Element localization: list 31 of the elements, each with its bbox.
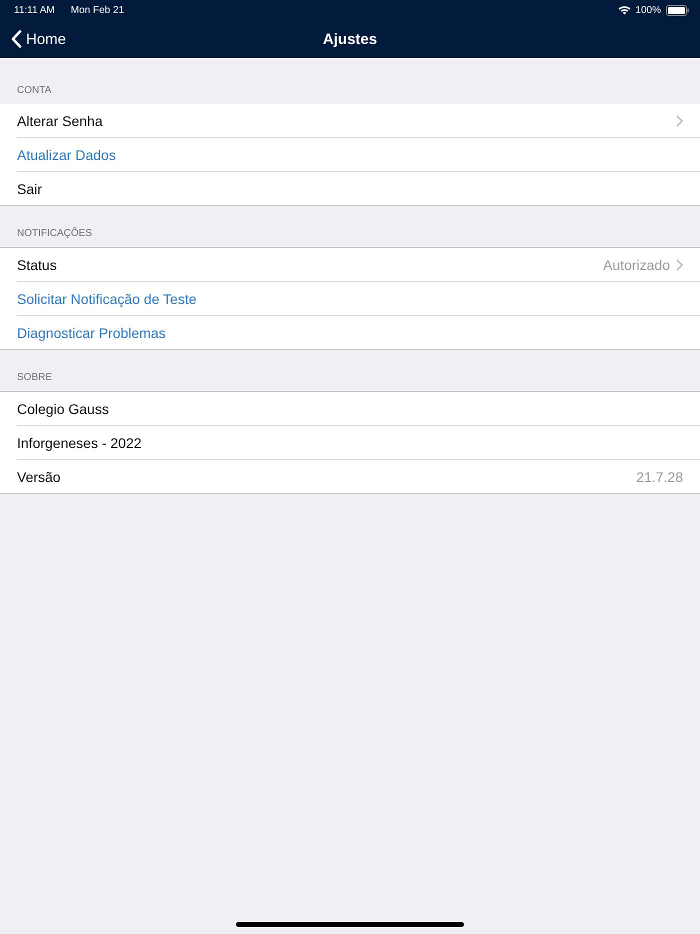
wifi-icon <box>618 5 632 15</box>
back-button[interactable]: Home <box>1 30 76 48</box>
battery-percent: 100% <box>635 4 661 16</box>
row-label: Sair <box>17 180 42 196</box>
settings-row[interactable]: Sair <box>17 171 700 205</box>
section-header: SOBRE <box>16 371 54 385</box>
settings-row[interactable]: Versão 21.7.28 <box>17 459 700 493</box>
section-header: CONTA <box>16 84 52 98</box>
row-label: Status <box>17 256 57 272</box>
screen-title: Ajustes <box>322 30 378 48</box>
settings-row[interactable]: Atualizar Dados <box>17 137 700 171</box>
settings-row[interactable]: Status Autorizado <box>17 248 700 281</box>
row-label: Colegio Gauss <box>17 400 109 416</box>
row-label: Alterar Senha <box>17 112 103 128</box>
settings-row[interactable]: Solicitar Notificação de Teste <box>17 281 700 315</box>
settings-row[interactable]: Inforgeneses - 2022 <box>17 425 700 459</box>
row-label: Inforgeneses - 2022 <box>17 434 142 450</box>
row-label: Solicitar Notificação de Teste <box>17 290 196 306</box>
row-label: Atualizar Dados <box>17 146 116 162</box>
settings-row[interactable]: Alterar Senha <box>17 104 700 137</box>
row-value: Autorizado <box>603 256 670 272</box>
row-value: 21.7.28 <box>636 468 683 484</box>
settings-row[interactable]: Diagnosticar Problemas <box>17 315 700 349</box>
settings-row[interactable]: Colegio Gauss <box>17 392 700 425</box>
row-label: Versão <box>17 468 61 484</box>
section-header: NOTIFICAÇÕES <box>16 226 94 241</box>
chevron-left-icon <box>11 30 22 48</box>
row-label: Diagnosticar Problemas <box>17 324 166 340</box>
status-time: 11:11 AM <box>14 4 55 16</box>
status-date: Mon Feb 21 <box>70 4 124 16</box>
battery-icon <box>666 4 689 16</box>
